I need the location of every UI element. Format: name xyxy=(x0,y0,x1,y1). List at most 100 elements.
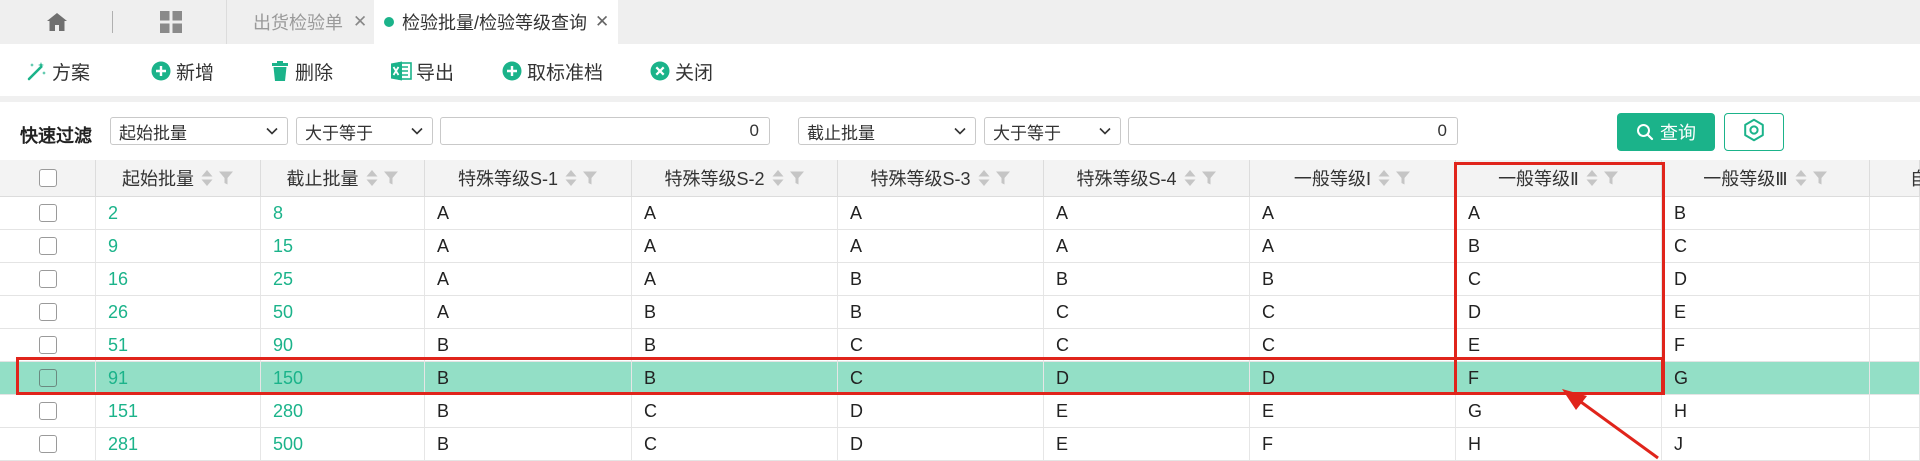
sort-icon[interactable] xyxy=(200,169,214,187)
table-cell[interactable]: A xyxy=(1456,197,1662,229)
table-cell[interactable]: F xyxy=(1662,329,1870,361)
table-cell[interactable]: 91 xyxy=(96,362,261,394)
column-header[interactable]: 特殊等级S-4 xyxy=(1044,160,1250,196)
table-cell[interactable]: B xyxy=(1044,263,1250,295)
table-cell[interactable]: 26 xyxy=(96,296,261,328)
table-row[interactable]: 28AAAAAAB xyxy=(0,197,1920,230)
filter-value-input-2[interactable]: 0 xyxy=(1128,117,1458,145)
table-cell[interactable]: C xyxy=(1250,329,1456,361)
table-cell[interactable]: 90 xyxy=(261,329,425,361)
table-cell[interactable]: A xyxy=(1250,230,1456,262)
table-cell[interactable]: B xyxy=(1662,197,1870,229)
query-button[interactable]: 查询 xyxy=(1617,113,1715,151)
filter-icon[interactable] xyxy=(789,170,805,186)
table-cell[interactable]: 15 xyxy=(261,230,425,262)
add-button[interactable]: 新增 xyxy=(150,58,214,84)
table-cell[interactable]: E xyxy=(1662,296,1870,328)
table-cell[interactable]: B xyxy=(1456,230,1662,262)
column-header[interactable]: 特殊等级S-2 xyxy=(632,160,838,196)
table-row[interactable]: 9 15 A A A A A B C xyxy=(0,230,1920,263)
close-icon[interactable]: ✕ xyxy=(595,12,609,32)
column-header[interactable]: 自 xyxy=(1870,160,1920,196)
table-row[interactable]: 26 50 A B B C C D E xyxy=(0,296,1920,329)
row-checkbox[interactable] xyxy=(38,369,57,387)
table-cell[interactable]: 150 xyxy=(261,362,425,394)
export-button[interactable]: 导出 xyxy=(390,58,454,84)
sort-icon[interactable] xyxy=(1183,169,1197,187)
table-cell[interactable]: B xyxy=(838,296,1044,328)
table-cell[interactable]: C xyxy=(1250,296,1456,328)
filter-icon[interactable] xyxy=(582,170,598,186)
table-cell[interactable]: E xyxy=(1250,395,1456,427)
sort-icon[interactable] xyxy=(365,169,379,187)
table-cell[interactable]: B xyxy=(425,428,632,460)
table-cell[interactable]: A xyxy=(1250,197,1456,229)
table-cell[interactable] xyxy=(1870,329,1920,361)
table-cell[interactable]: F xyxy=(1250,428,1456,460)
home-icon[interactable] xyxy=(40,9,74,35)
filter-value-input-1[interactable]: 0 xyxy=(440,117,770,145)
settings-button[interactable] xyxy=(1724,113,1784,151)
filter-icon[interactable] xyxy=(1812,170,1828,186)
column-header[interactable]: 一般等级Ⅰ xyxy=(1250,160,1456,196)
table-cell[interactable]: A xyxy=(838,197,1044,229)
table-cell[interactable] xyxy=(1870,197,1920,229)
table-cell[interactable]: 500 xyxy=(261,428,425,460)
scheme-button[interactable]: 方案 xyxy=(26,58,90,84)
table-cell[interactable] xyxy=(1870,263,1920,295)
table-cell[interactable]: C xyxy=(632,428,838,460)
table-cell[interactable]: B xyxy=(425,362,632,394)
table-cell[interactable]: 51 xyxy=(96,329,261,361)
grid-icon[interactable] xyxy=(155,9,187,35)
table-cell[interactable]: B xyxy=(838,263,1044,295)
row-checkbox[interactable] xyxy=(38,204,57,222)
filter-icon[interactable] xyxy=(1201,170,1217,186)
row-checkbox[interactable] xyxy=(38,270,57,288)
table-cell[interactable]: C xyxy=(632,395,838,427)
table-cell[interactable] xyxy=(1870,428,1920,460)
select-all-checkbox[interactable] xyxy=(38,169,57,187)
table-cell[interactable]: A xyxy=(425,263,632,295)
table-cell[interactable]: C xyxy=(1662,230,1870,262)
table-cell[interactable]: 280 xyxy=(261,395,425,427)
filter-icon[interactable] xyxy=(1603,170,1619,186)
table-cell[interactable]: A xyxy=(632,197,838,229)
table-cell[interactable]: C xyxy=(1456,263,1662,295)
tab-batch-level-query[interactable]: 检验批量/检验等级查询 ✕ xyxy=(374,0,618,44)
table-cell[interactable]: 50 xyxy=(261,296,425,328)
sort-icon[interactable] xyxy=(1794,169,1808,187)
table-row[interactable]: 16 25 A A B B B C D xyxy=(0,263,1920,296)
table-cell[interactable]: A xyxy=(1044,230,1250,262)
table-cell[interactable] xyxy=(1870,296,1920,328)
table-cell[interactable]: E xyxy=(1456,329,1662,361)
column-header[interactable]: 截止批量 xyxy=(261,160,425,196)
table-cell[interactable]: J xyxy=(1662,428,1870,460)
table-cell[interactable]: A xyxy=(425,296,632,328)
filter-icon[interactable] xyxy=(383,170,399,186)
table-cell[interactable]: E xyxy=(1044,428,1250,460)
column-header[interactable]: 特殊等级S-3 xyxy=(838,160,1044,196)
row-checkbox[interactable] xyxy=(38,237,57,255)
filter-field-select-2[interactable]: 截止批量 xyxy=(798,117,976,145)
filter-operator-select-1[interactable]: 大于等于 xyxy=(296,117,433,145)
table-cell[interactable]: G xyxy=(1662,362,1870,394)
table-cell[interactable]: 2 xyxy=(96,197,261,229)
table-cell[interactable]: A xyxy=(425,230,632,262)
table-cell[interactable]: A xyxy=(425,197,632,229)
column-header[interactable]: 特殊等级S-1 xyxy=(425,160,632,196)
table-cell[interactable]: 9 xyxy=(96,230,261,262)
filter-operator-select-2[interactable]: 大于等于 xyxy=(984,117,1121,145)
filter-field-select-1[interactable]: 起始批量 xyxy=(110,117,288,145)
close-button[interactable]: 关闭 xyxy=(649,58,713,84)
table-cell[interactable]: D xyxy=(1662,263,1870,295)
table-cell[interactable]: C xyxy=(838,329,1044,361)
filter-icon[interactable] xyxy=(995,170,1011,186)
table-cell[interactable]: B xyxy=(632,329,838,361)
tab-outbound-inspection[interactable]: 出货检验单 ✕ xyxy=(227,0,374,44)
table-cell[interactable]: B xyxy=(425,329,632,361)
table-cell[interactable]: D xyxy=(1456,296,1662,328)
row-checkbox[interactable] xyxy=(38,402,57,420)
table-cell[interactable]: A xyxy=(1044,197,1250,229)
sort-icon[interactable] xyxy=(1377,169,1391,187)
table-cell[interactable]: A xyxy=(838,230,1044,262)
